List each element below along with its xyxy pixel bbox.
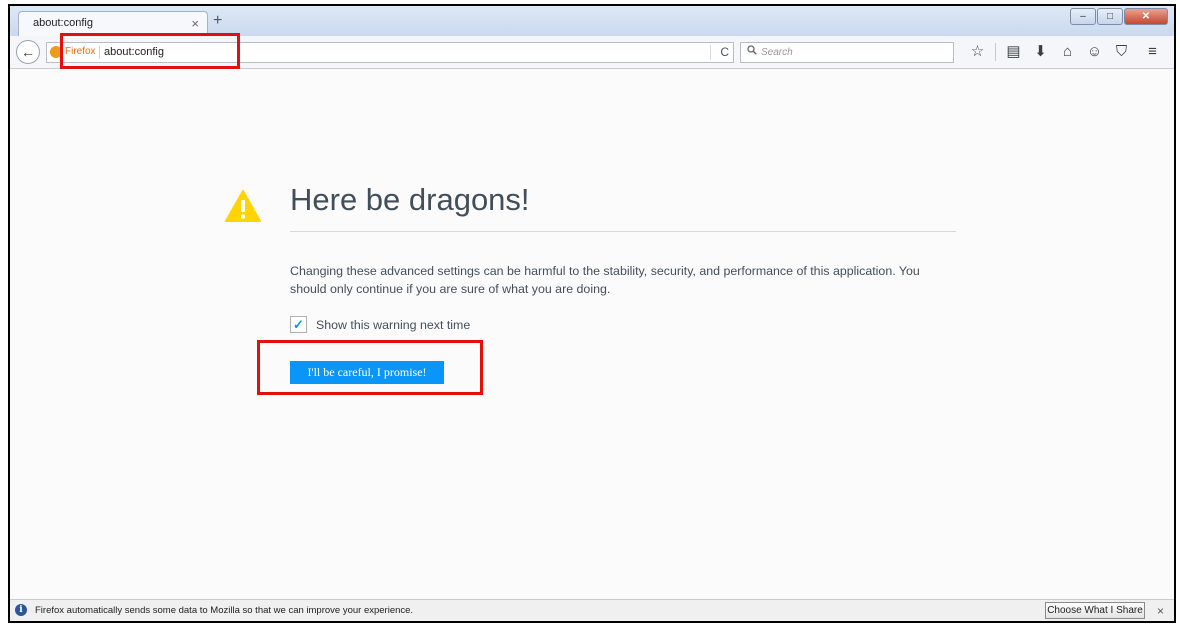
tab-close-icon[interactable]: × bbox=[191, 16, 199, 31]
toolbar-icons: ☆ ▤ ⬇ ⌂ ☺ ⛉ ≡ bbox=[964, 43, 1166, 61]
browser-window: about:config × + – □ ✕ ← Firefox about:c… bbox=[8, 4, 1176, 623]
choose-what-i-share-button[interactable]: Choose What I Share bbox=[1045, 602, 1145, 619]
hello-chat-icon[interactable]: ☺ bbox=[1081, 43, 1108, 61]
page-content: Here be dragons! Changing these advanced… bbox=[10, 69, 1174, 599]
pocket-icon[interactable]: ⛉ bbox=[1108, 43, 1135, 61]
info-icon: i bbox=[15, 604, 27, 616]
identity-separator bbox=[99, 46, 100, 59]
notification-close-icon[interactable]: × bbox=[1157, 604, 1164, 618]
data-reporting-notification: i Firefox automatically sends some data … bbox=[10, 599, 1174, 621]
notification-text: Firefox automatically sends some data to… bbox=[35, 605, 414, 616]
reload-separator bbox=[710, 45, 711, 60]
checkmark-icon: ✓ bbox=[293, 316, 304, 332]
toolbar-separator bbox=[995, 43, 996, 61]
back-arrow-icon: ← bbox=[21, 44, 35, 60]
show-warning-option[interactable]: ✓ Show this warning next time bbox=[290, 316, 470, 333]
window-controls: – □ ✕ bbox=[1070, 8, 1168, 25]
tab-title: about:config bbox=[33, 17, 93, 29]
reload-icon[interactable]: C bbox=[720, 45, 729, 59]
search-bar[interactable]: Search bbox=[740, 42, 954, 63]
page-title: Here be dragons! bbox=[290, 182, 530, 217]
show-warning-label[interactable]: Show this warning next time bbox=[316, 318, 470, 332]
tab-about-config[interactable]: about:config × bbox=[18, 11, 208, 36]
firefox-identity-icon bbox=[50, 46, 62, 58]
bookmark-star-icon[interactable]: ☆ bbox=[964, 43, 991, 61]
navigation-bar: ← Firefox about:config C Search ☆ ▤ ⬇ ⌂ … bbox=[10, 36, 1174, 69]
home-icon[interactable]: ⌂ bbox=[1054, 43, 1081, 61]
accept-risk-button[interactable]: I'll be careful, I promise! bbox=[290, 361, 444, 384]
identity-label[interactable]: Firefox bbox=[65, 46, 96, 57]
menu-icon[interactable]: ≡ bbox=[1139, 43, 1166, 61]
search-icon bbox=[747, 45, 757, 58]
warning-description: Changing these advanced settings can be … bbox=[290, 264, 920, 296]
tab-strip: about:config × + – □ ✕ bbox=[10, 6, 1174, 36]
url-bar[interactable]: Firefox about:config C bbox=[46, 42, 734, 63]
close-window-button[interactable]: ✕ bbox=[1124, 8, 1168, 25]
minimize-button[interactable]: – bbox=[1070, 8, 1096, 25]
reading-list-icon[interactable]: ▤ bbox=[1000, 43, 1027, 61]
show-warning-checkbox[interactable]: ✓ bbox=[290, 316, 307, 333]
back-button[interactable]: ← bbox=[16, 40, 40, 64]
downloads-icon[interactable]: ⬇ bbox=[1027, 43, 1054, 61]
warning-icon bbox=[225, 190, 261, 227]
title-divider bbox=[290, 231, 956, 232]
maximize-button[interactable]: □ bbox=[1097, 8, 1123, 25]
url-input[interactable]: about:config bbox=[104, 46, 164, 58]
new-tab-icon[interactable]: + bbox=[213, 12, 222, 30]
search-input[interactable]: Search bbox=[761, 47, 793, 58]
